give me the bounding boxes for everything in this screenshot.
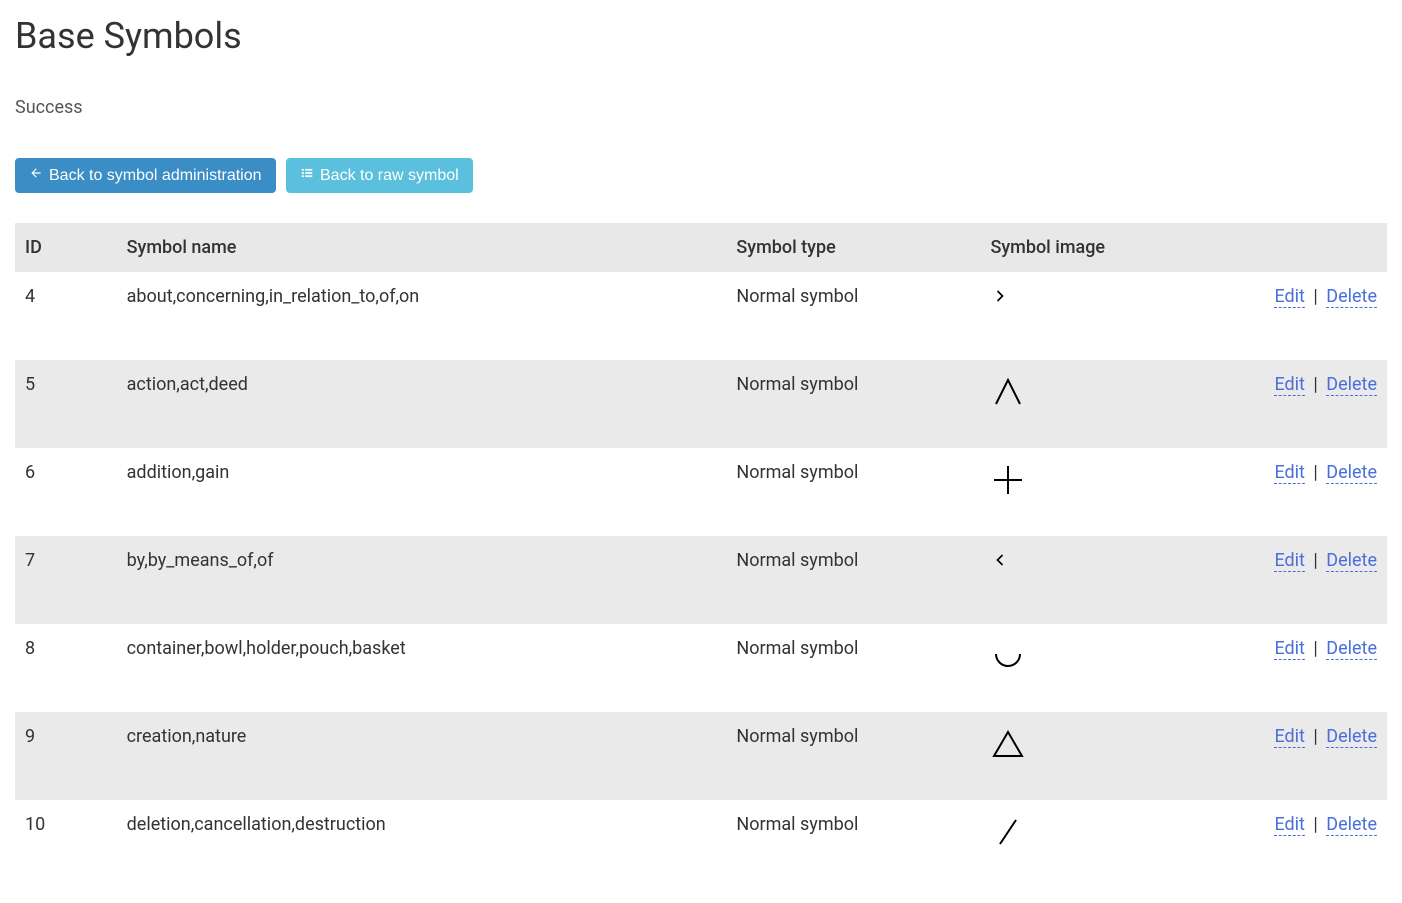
cell-name: creation,nature: [117, 712, 727, 800]
header-image: Symbol image: [980, 223, 1183, 272]
delete-link[interactable]: Delete: [1326, 550, 1377, 572]
cell-id: 10: [15, 800, 117, 888]
cell-id: 9: [15, 712, 117, 800]
header-id: ID: [15, 223, 117, 272]
edit-link[interactable]: Edit: [1274, 286, 1304, 308]
back-to-admin-label: Back to symbol administration: [49, 167, 262, 185]
cell-type: Normal symbol: [726, 360, 980, 448]
status-message: Success: [15, 97, 1387, 118]
header-name: Symbol name: [117, 223, 727, 272]
cell-type: Normal symbol: [726, 536, 980, 624]
chevron-left-icon: [990, 554, 1010, 575]
cell-id: 7: [15, 536, 117, 624]
action-separator: |: [1309, 286, 1322, 307]
cell-name: addition,gain: [117, 448, 727, 536]
cell-name: deletion,cancellation,destruction: [117, 800, 727, 888]
cell-actions: Edit | Delete: [1184, 624, 1387, 712]
delete-link[interactable]: Delete: [1326, 638, 1377, 660]
caret-up-icon: [990, 394, 1026, 415]
list-icon: [300, 166, 314, 185]
cup-icon: [990, 658, 1026, 679]
cell-id: 4: [15, 272, 117, 360]
edit-link[interactable]: Edit: [1274, 462, 1304, 484]
edit-link[interactable]: Edit: [1274, 638, 1304, 660]
arrow-left-icon: [29, 166, 43, 185]
slash-icon: [990, 834, 1026, 855]
action-separator: |: [1309, 638, 1322, 659]
back-to-raw-label: Back to raw symbol: [320, 167, 459, 185]
symbols-table: ID Symbol name Symbol type Symbol image …: [15, 223, 1387, 888]
cell-actions: Edit | Delete: [1184, 712, 1387, 800]
action-separator: |: [1309, 726, 1322, 747]
edit-link[interactable]: Edit: [1274, 374, 1304, 396]
cell-image: [980, 272, 1183, 360]
cell-image: [980, 360, 1183, 448]
delete-link[interactable]: Delete: [1326, 286, 1377, 308]
action-separator: |: [1309, 374, 1322, 395]
cell-image: [980, 800, 1183, 888]
chevron-right-icon: [990, 290, 1010, 311]
action-separator: |: [1309, 462, 1322, 483]
cell-name: container,bowl,holder,pouch,basket: [117, 624, 727, 712]
edit-link[interactable]: Edit: [1274, 726, 1304, 748]
action-separator: |: [1309, 814, 1322, 835]
cell-image: [980, 448, 1183, 536]
cell-actions: Edit | Delete: [1184, 360, 1387, 448]
cell-id: 5: [15, 360, 117, 448]
edit-link[interactable]: Edit: [1274, 550, 1304, 572]
cell-actions: Edit | Delete: [1184, 536, 1387, 624]
cell-type: Normal symbol: [726, 800, 980, 888]
action-separator: |: [1309, 550, 1322, 571]
table-row: 4about,concerning,in_relation_to,of,onNo…: [15, 272, 1387, 360]
plus-icon: [990, 482, 1026, 503]
cell-type: Normal symbol: [726, 712, 980, 800]
delete-link[interactable]: Delete: [1326, 462, 1377, 484]
cell-actions: Edit | Delete: [1184, 272, 1387, 360]
cell-type: Normal symbol: [726, 624, 980, 712]
cell-name: action,act,deed: [117, 360, 727, 448]
header-actions: [1184, 223, 1387, 272]
back-to-admin-button[interactable]: Back to symbol administration: [15, 158, 276, 193]
table-row: 8container,bowl,holder,pouch,basketNorma…: [15, 624, 1387, 712]
edit-link[interactable]: Edit: [1274, 814, 1304, 836]
cell-image: [980, 536, 1183, 624]
cell-actions: Edit | Delete: [1184, 800, 1387, 888]
cell-type: Normal symbol: [726, 272, 980, 360]
delete-link[interactable]: Delete: [1326, 374, 1377, 396]
cell-image: [980, 624, 1183, 712]
header-type: Symbol type: [726, 223, 980, 272]
table-header-row: ID Symbol name Symbol type Symbol image: [15, 223, 1387, 272]
page-title: Base Symbols: [15, 15, 1387, 57]
button-group: Back to symbol administration Back to ra…: [15, 158, 1387, 193]
cell-actions: Edit | Delete: [1184, 448, 1387, 536]
table-row: 6addition,gainNormal symbol Edit | Delete: [15, 448, 1387, 536]
cell-name: about,concerning,in_relation_to,of,on: [117, 272, 727, 360]
triangle-icon: [990, 746, 1026, 767]
cell-type: Normal symbol: [726, 448, 980, 536]
delete-link[interactable]: Delete: [1326, 814, 1377, 836]
back-to-raw-button[interactable]: Back to raw symbol: [286, 158, 473, 193]
cell-image: [980, 712, 1183, 800]
cell-name: by,by_means_of,of: [117, 536, 727, 624]
delete-link[interactable]: Delete: [1326, 726, 1377, 748]
table-row: 7by,by_means_of,ofNormal symbol Edit | De…: [15, 536, 1387, 624]
cell-id: 6: [15, 448, 117, 536]
table-row: 5action,act,deedNormal symbol Edit | Dele…: [15, 360, 1387, 448]
table-row: 10deletion,cancellation,destructionNorma…: [15, 800, 1387, 888]
cell-id: 8: [15, 624, 117, 712]
table-row: 9creation,natureNormal symbol Edit | Dele…: [15, 712, 1387, 800]
